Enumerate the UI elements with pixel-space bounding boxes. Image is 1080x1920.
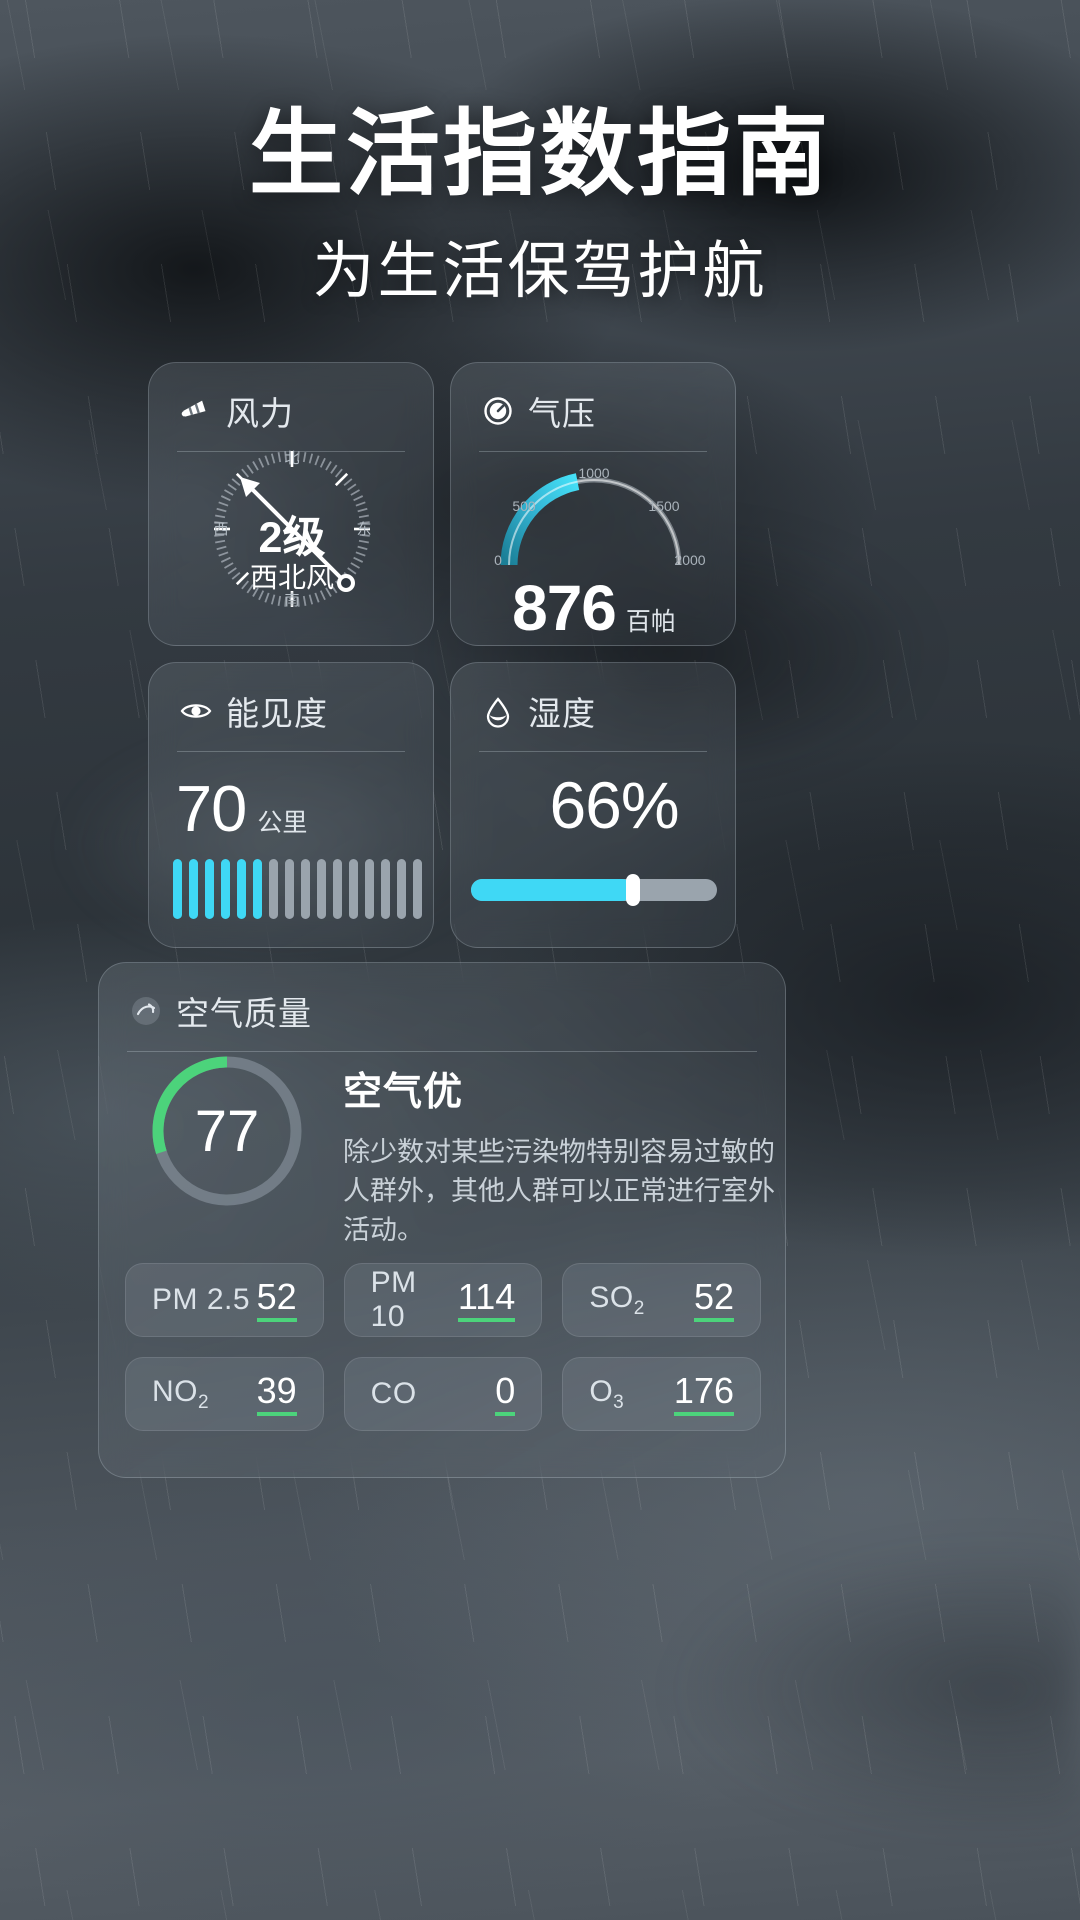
- page-subtitle: 为生活保驾护航: [312, 237, 768, 306]
- gauge-tick-0: 0: [494, 552, 502, 568]
- visibility-bar: [189, 859, 198, 919]
- air-quality-card-title: 空气质量: [176, 995, 312, 1032]
- pressure-unit: 百帕: [625, 608, 676, 636]
- visibility-divider: [177, 751, 405, 752]
- pollutant-grid: PM 2.5 52 PM 10 114 SO2 52 NO2 39 CO 0 O3 176: [125, 1263, 761, 1431]
- pollutant-value: 114: [457, 1278, 516, 1322]
- gauge-icon: [481, 394, 515, 428]
- humidity-card-title: 湿度: [528, 695, 596, 732]
- visibility-bar-meter: [173, 859, 422, 919]
- pollutant-value: 176: [673, 1372, 734, 1416]
- air-quality-text: 空气优 除少数对某些污染物特别容易过敏的人群外，其他人群可以正常进行室外活动。: [343, 1051, 783, 1250]
- visibility-bar: [173, 859, 182, 919]
- visibility-value: 70: [176, 772, 247, 845]
- pollutant-name: NO2: [152, 1374, 210, 1413]
- pollutant-item[interactable]: NO2 39: [125, 1357, 324, 1431]
- air-quality-description: 除少数对某些污染物特别容易过敏的人群外，其他人群可以正常进行室外活动。: [343, 1137, 775, 1246]
- page-title: 生活指数指南: [248, 101, 831, 206]
- eye-icon: [179, 694, 213, 728]
- visibility-bar: [349, 859, 358, 919]
- pressure-card-title: 气压: [528, 395, 596, 432]
- wind-card-header: 风力: [149, 363, 433, 435]
- pollutant-item[interactable]: PM 2.5 52: [125, 1263, 324, 1337]
- humidity-slider-knob[interactable]: [626, 874, 641, 906]
- pollutant-value: 52: [256, 1278, 297, 1322]
- wind-direction: 西北风: [249, 562, 334, 593]
- humidity-divider: [479, 751, 707, 752]
- pressure-card-header: 气压: [451, 363, 735, 435]
- visibility-bar: [317, 859, 326, 919]
- visibility-bar: [413, 859, 422, 919]
- visibility-card-header: 能见度: [149, 663, 433, 735]
- gauge-tick-2000: 2000: [674, 552, 705, 568]
- wind-card[interactable]: 风力 北 南 东 西 2级 西北风: [148, 362, 434, 646]
- droplet-icon: [481, 694, 515, 728]
- humidity-value: 66%: [549, 768, 679, 842]
- visibility-bar: [333, 859, 342, 919]
- air-quality-icon: [129, 994, 163, 1028]
- pollutant-item[interactable]: SO2 52: [562, 1263, 761, 1337]
- visibility-card[interactable]: 能见度 70 公里: [148, 662, 434, 948]
- wind-card-title: 风力: [226, 395, 294, 432]
- visibility-bar: [285, 859, 294, 919]
- gauge-tick-1500: 1500: [648, 498, 679, 514]
- humidity-card-header: 湿度: [451, 663, 735, 735]
- wind-compass: 北 南 东 西 2级 西北风: [149, 433, 433, 645]
- aqi-value: 77: [194, 1098, 260, 1164]
- aqi-ring: 77: [147, 1051, 307, 1211]
- visibility-bar: [301, 859, 310, 919]
- pressure-readout: 876 百帕: [451, 571, 735, 645]
- pollutant-item[interactable]: CO 0: [343, 1357, 543, 1431]
- visibility-bar: [253, 859, 262, 919]
- visibility-bar: [381, 859, 390, 919]
- pressure-card[interactable]: 气压 0 500 1000 1500 2000 876 百帕: [450, 362, 736, 646]
- gauge-tick-1000: 1000: [578, 465, 609, 481]
- pollutant-name: O3: [589, 1374, 625, 1413]
- pollutant-value: 0: [495, 1372, 516, 1416]
- visibility-bar: [221, 859, 230, 919]
- visibility-bar: [237, 859, 246, 919]
- visibility-bar: [269, 859, 278, 919]
- visibility-bar: [205, 859, 214, 919]
- visibility-bar: [397, 859, 406, 919]
- pollutant-name: SO2: [589, 1280, 645, 1319]
- pressure-gauge: 0 500 1000 1500 2000: [481, 445, 707, 573]
- compass-label-north: 北: [284, 450, 299, 467]
- humidity-card[interactable]: 湿度 66%: [450, 662, 736, 948]
- pollutant-item[interactable]: PM 10 114: [343, 1263, 543, 1337]
- page-root: 生活指数指南 为生活保驾护航 风力 北 南 东 西 2级 西北风 气压 0 50…: [0, 0, 1080, 1920]
- humidity-slider-fill: [471, 879, 634, 901]
- pollutant-item[interactable]: O3 176: [562, 1357, 761, 1431]
- gauge-tick-500: 500: [512, 498, 536, 514]
- pollutant-name: PM 10: [370, 1266, 417, 1333]
- pollutant-name: PM 2.5: [152, 1283, 251, 1316]
- visibility-bar: [365, 859, 374, 919]
- air-quality-level: 空气优: [343, 1071, 464, 1114]
- air-quality-card-header: 空气质量: [99, 963, 785, 1035]
- pollutant-name: CO: [370, 1377, 417, 1410]
- pollutant-value: 52: [693, 1278, 734, 1322]
- air-quality-summary: 77 空气优 除少数对某些污染物特别容易过敏的人群外，其他人群可以正常进行室外活…: [99, 1051, 785, 1250]
- pollutant-value: 39: [256, 1372, 297, 1416]
- humidity-slider[interactable]: [471, 874, 717, 906]
- visibility-readout: 70 公里: [176, 771, 307, 846]
- pressure-value: 876: [512, 572, 617, 644]
- air-quality-card[interactable]: 空气质量 77 空气优 除少数对某些污染物特别容易过敏的人群外，其他人群可以正常…: [98, 962, 786, 1478]
- windsock-icon: [179, 394, 213, 428]
- visibility-unit: 公里: [257, 809, 308, 837]
- visibility-card-title: 能见度: [226, 695, 328, 732]
